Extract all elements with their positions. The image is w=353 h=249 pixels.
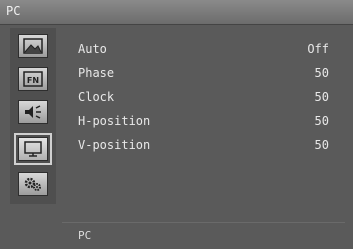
pc-monitor-icon bbox=[24, 141, 42, 157]
menu-title: PC bbox=[6, 4, 21, 18]
status-footer: PC bbox=[62, 222, 345, 247]
sidebar-item-settings[interactable] bbox=[18, 172, 48, 196]
function-icon-label: FN bbox=[27, 76, 39, 85]
audio-icon bbox=[25, 105, 41, 119]
menu-item-label: H-position bbox=[78, 114, 151, 128]
menu-item-clock[interactable]: Clock 50 bbox=[78, 90, 329, 108]
menu-item-value: 50 bbox=[314, 66, 329, 80]
sidebar: FN bbox=[10, 28, 56, 204]
menu-item-label: Phase bbox=[78, 66, 115, 80]
menu-item-auto[interactable]: Auto Off bbox=[78, 42, 329, 60]
sidebar-item-picture[interactable] bbox=[18, 34, 48, 58]
menu-item-v-position[interactable]: V-position 50 bbox=[78, 138, 329, 156]
settings-gears-icon bbox=[24, 177, 41, 191]
menu-item-h-position[interactable]: H-position 50 bbox=[78, 114, 329, 132]
sidebar-item-pc[interactable] bbox=[14, 133, 52, 165]
menu-item-value: 50 bbox=[314, 138, 329, 152]
menu-item-phase[interactable]: Phase 50 bbox=[78, 66, 329, 84]
menu-item-label: Clock bbox=[78, 90, 115, 104]
menu-item-label: V-position bbox=[78, 138, 151, 152]
footer-text: PC bbox=[78, 229, 92, 242]
menu-item-value: 50 bbox=[314, 114, 329, 128]
menu-item-label: Auto bbox=[78, 42, 107, 56]
function-icon: FN bbox=[23, 71, 43, 87]
menu-item-value: Off bbox=[307, 42, 329, 56]
picture-icon bbox=[23, 38, 43, 54]
menu-item-value: 50 bbox=[314, 90, 329, 104]
osd-menu: PC FN Auto Off Phase 50 Clock 50 H-posit… bbox=[0, 0, 353, 249]
title-bar: PC bbox=[0, 0, 353, 25]
sidebar-item-audio[interactable] bbox=[18, 100, 48, 124]
sidebar-item-function[interactable]: FN bbox=[18, 67, 48, 91]
menu-content: Auto Off Phase 50 Clock 50 H-position 50… bbox=[62, 28, 345, 220]
